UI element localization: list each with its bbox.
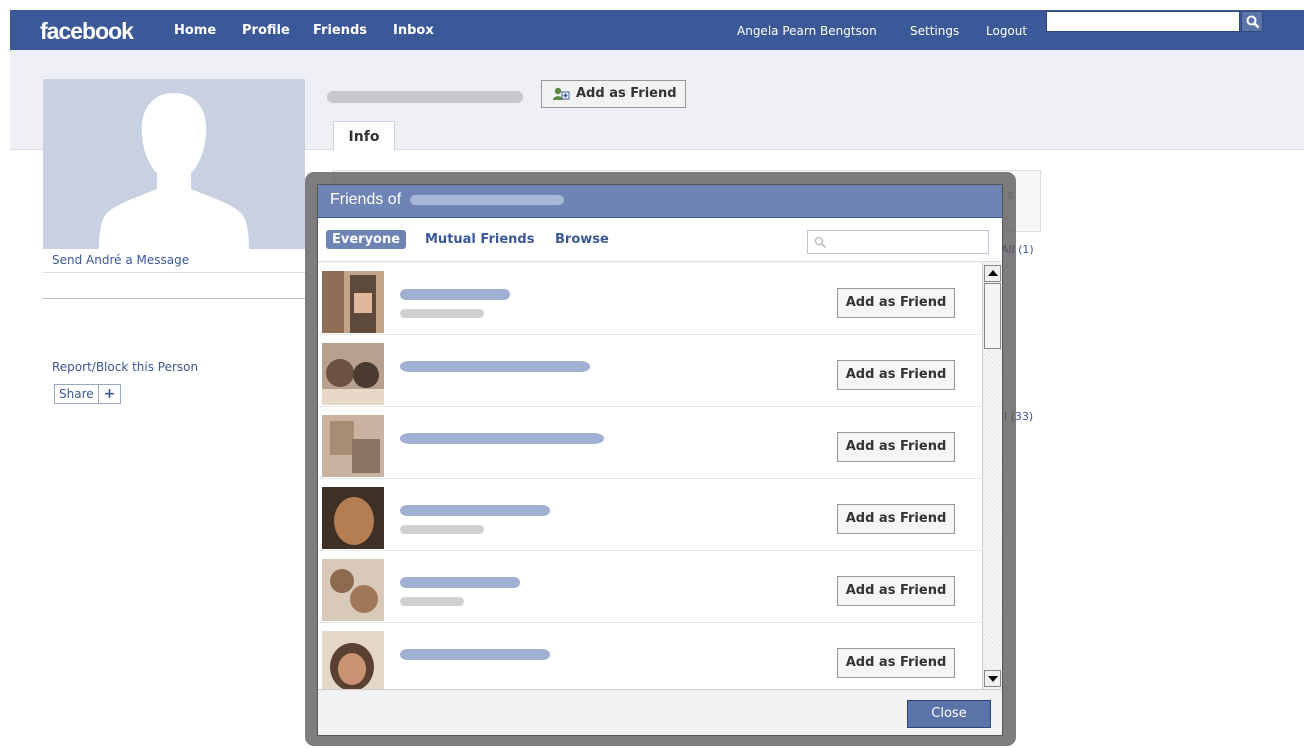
friend-name-blurred[interactable]: [400, 361, 590, 372]
search-button[interactable]: [1241, 11, 1263, 32]
tab-info[interactable]: Info: [333, 121, 395, 151]
friend-avatar[interactable]: [322, 487, 384, 549]
dialog-title-bar: Friends of: [318, 185, 1002, 218]
settings-link[interactable]: Settings: [910, 24, 959, 38]
add-as-friend-label: Add as Friend: [576, 86, 677, 101]
nav-profile[interactable]: Profile: [242, 23, 290, 38]
share-label: Share: [55, 385, 99, 403]
list-item: Add as Friend: [318, 407, 983, 479]
scroll-up-button[interactable]: [984, 265, 1001, 282]
add-as-friend-button[interactable]: Add as Friend: [837, 504, 955, 534]
dialog-tabs: Everyone Mutual Friends Browse: [318, 218, 1002, 262]
list-scrollbar[interactable]: [982, 263, 1002, 689]
friend-avatar[interactable]: [322, 559, 384, 621]
friend-name-blurred[interactable]: [400, 649, 550, 660]
add-as-friend-button[interactable]: Add as Friend: [837, 432, 955, 462]
nav-friends[interactable]: Friends: [313, 23, 367, 38]
profile-name-blurred: [327, 91, 523, 103]
list-item: Add as Friend: [318, 623, 983, 689]
add-as-friend-button[interactable]: Add as Friend: [837, 576, 955, 606]
share-button[interactable]: Share +: [54, 384, 122, 404]
global-search-input[interactable]: [1046, 11, 1240, 32]
list-item: Add as Friend: [318, 263, 983, 335]
friend-name-blurred[interactable]: [400, 577, 520, 588]
list-item: Add as Friend: [318, 551, 983, 623]
friend-network-blurred: [400, 597, 464, 606]
add-friend-icon: [553, 87, 570, 100]
list-item: Add as Friend: [318, 335, 983, 407]
arrow-down-icon: [988, 676, 998, 682]
friends-dialog: Friends of Everyone Mutual Friends Brows…: [317, 184, 1003, 736]
scroll-thumb[interactable]: [984, 283, 1001, 349]
user-name-link[interactable]: Angela Pearn Bengtson: [737, 24, 877, 38]
add-as-friend-button[interactable]: Add as Friend: [541, 80, 686, 108]
close-button[interactable]: Close: [907, 700, 991, 728]
friend-network-blurred: [400, 309, 484, 318]
divider: [43, 298, 305, 299]
friend-name-blurred[interactable]: [400, 505, 550, 516]
friend-network-blurred: [400, 525, 484, 534]
search-icon: [1246, 15, 1260, 29]
friend-name-blurred[interactable]: [400, 433, 604, 444]
plus-icon: +: [103, 386, 116, 402]
arrow-up-icon: [988, 270, 998, 276]
tab-mutual-friends[interactable]: Mutual Friends: [419, 230, 540, 249]
dialog-footer: Close: [318, 689, 1002, 735]
friend-avatar[interactable]: [322, 343, 384, 405]
tab-everyone[interactable]: Everyone: [326, 230, 407, 249]
friend-avatar[interactable]: [322, 631, 384, 689]
list-item: Add as Friend: [318, 479, 983, 551]
search-icon: [814, 236, 827, 249]
nav-inbox[interactable]: Inbox: [393, 23, 434, 38]
friend-avatar[interactable]: [322, 415, 384, 477]
nav-home[interactable]: Home: [174, 23, 216, 38]
silhouette-icon: [99, 93, 249, 249]
facebook-logo[interactable]: facebook: [40, 18, 134, 45]
tab-browse[interactable]: Browse: [549, 230, 615, 249]
send-message-link[interactable]: Send André a Message: [52, 253, 189, 267]
dialog-title-name-blurred: [409, 194, 564, 205]
add-as-friend-button[interactable]: Add as Friend: [837, 648, 955, 678]
friend-avatar[interactable]: [322, 271, 384, 333]
scroll-down-button[interactable]: [984, 670, 1001, 687]
logout-link[interactable]: Logout: [986, 24, 1027, 38]
profile-picture-placeholder: [43, 79, 305, 249]
add-as-friend-button[interactable]: Add as Friend: [837, 288, 955, 318]
add-as-friend-button[interactable]: Add as Friend: [837, 360, 955, 390]
report-block-link[interactable]: Report/Block this Person: [52, 360, 198, 374]
divider: [43, 272, 305, 273]
friends-list: Add as Friend Add as Friend Add as Frien…: [318, 263, 983, 689]
friend-name-blurred[interactable]: [400, 289, 510, 300]
friend-search-input[interactable]: [807, 230, 989, 254]
dialog-title: Friends of: [330, 191, 402, 208]
